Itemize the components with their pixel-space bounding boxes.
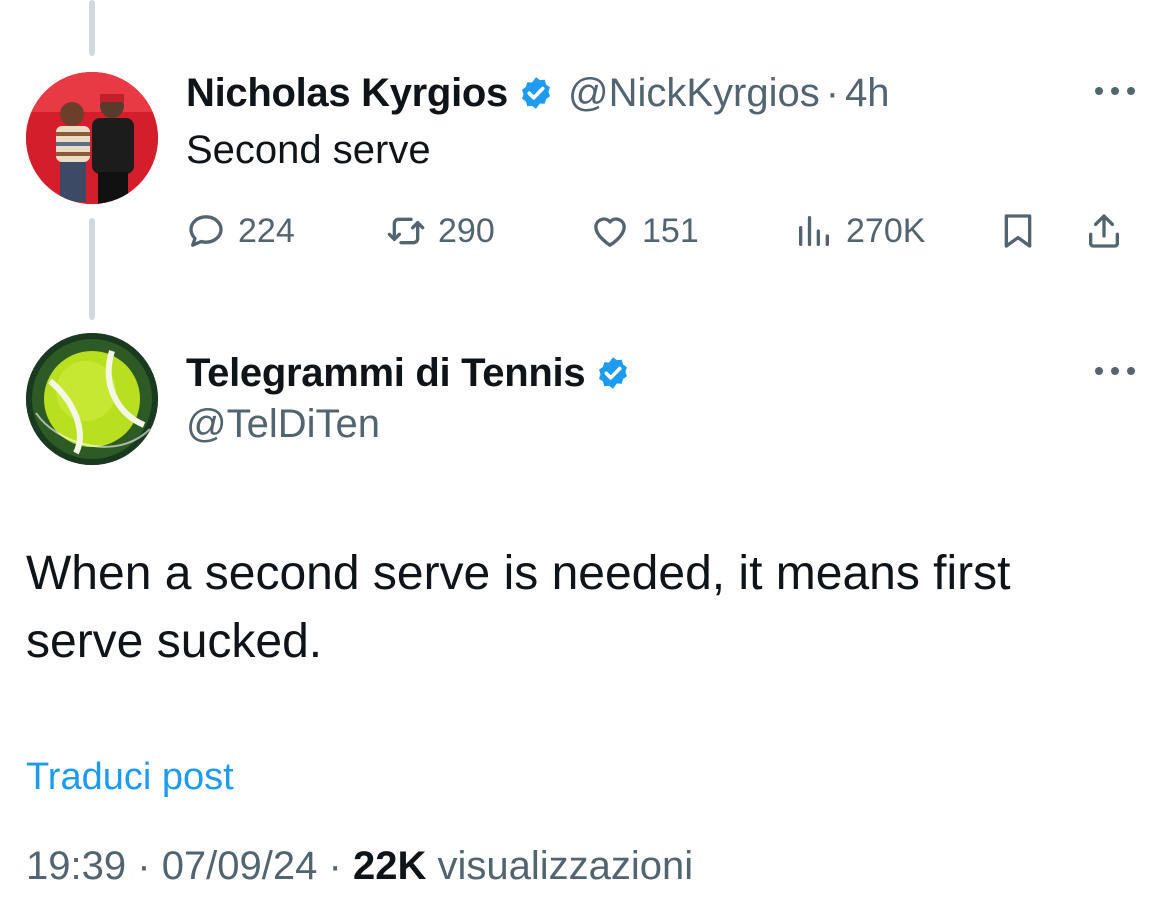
heart-icon <box>594 217 626 247</box>
share-icon <box>1089 214 1119 248</box>
views-count: 270K <box>846 211 926 250</box>
tweet-metadata: 19:39 · 07/09/24 · 22K visualizzazioni <box>26 844 693 889</box>
views-count: 22K <box>352 844 427 888</box>
repost-icon <box>387 217 425 245</box>
translate-post-link[interactable]: Traduci post <box>26 756 234 799</box>
reply-icon <box>189 215 223 247</box>
avatar-photo <box>26 333 158 465</box>
views-button[interactable]: 270K <box>794 206 925 256</box>
like-button[interactable]: 151 <box>590 206 699 256</box>
author-header: Telegrammi di Tennis <box>186 346 645 400</box>
tweet-text: When a second serve is needed, it means … <box>26 547 1011 668</box>
avatar-photo <box>26 72 158 204</box>
handle[interactable]: @NickKyrgios <box>568 71 820 116</box>
separator-dot: · <box>137 844 151 888</box>
views-label: visualizzazioni <box>437 844 694 888</box>
like-count: 151 <box>642 211 699 250</box>
verified-badge-icon <box>599 357 628 389</box>
bookmark-icon <box>1004 214 1032 248</box>
tweet-text: Second serve <box>186 128 431 172</box>
handle[interactable]: @TelDiTen <box>186 402 380 447</box>
share-button[interactable] <box>1084 206 1124 256</box>
avatar[interactable] <box>26 333 158 465</box>
repost-button[interactable]: 290 <box>386 206 495 256</box>
verified-badge-icon <box>522 77 550 109</box>
more-horizontal-icon[interactable] <box>1093 84 1137 98</box>
reply-count: 224 <box>238 211 295 250</box>
more-horizontal-icon[interactable] <box>1093 364 1137 378</box>
thread-line-top <box>89 0 95 56</box>
timestamp[interactable]: 4h <box>845 71 890 116</box>
reply-button[interactable]: 224 <box>186 206 295 256</box>
avatar[interactable] <box>26 72 158 204</box>
bookmark-button[interactable] <box>998 206 1038 256</box>
thread-line-connector <box>89 218 95 320</box>
post-date[interactable]: 07/09/24 <box>162 844 318 888</box>
action-bar: 224 290 151 270K <box>186 206 1136 256</box>
author-header: Nicholas Kyrgios @NickKyrgios · 4h <box>186 66 890 120</box>
display-name[interactable]: Telegrammi di Tennis <box>186 351 586 396</box>
post-time[interactable]: 19:39 <box>26 844 126 888</box>
views-chart-icon <box>799 216 829 246</box>
repost-count: 290 <box>438 211 495 250</box>
separator-dot: · <box>328 844 342 888</box>
separator-dot: · <box>825 70 840 115</box>
display-name[interactable]: Nicholas Kyrgios <box>186 71 508 116</box>
